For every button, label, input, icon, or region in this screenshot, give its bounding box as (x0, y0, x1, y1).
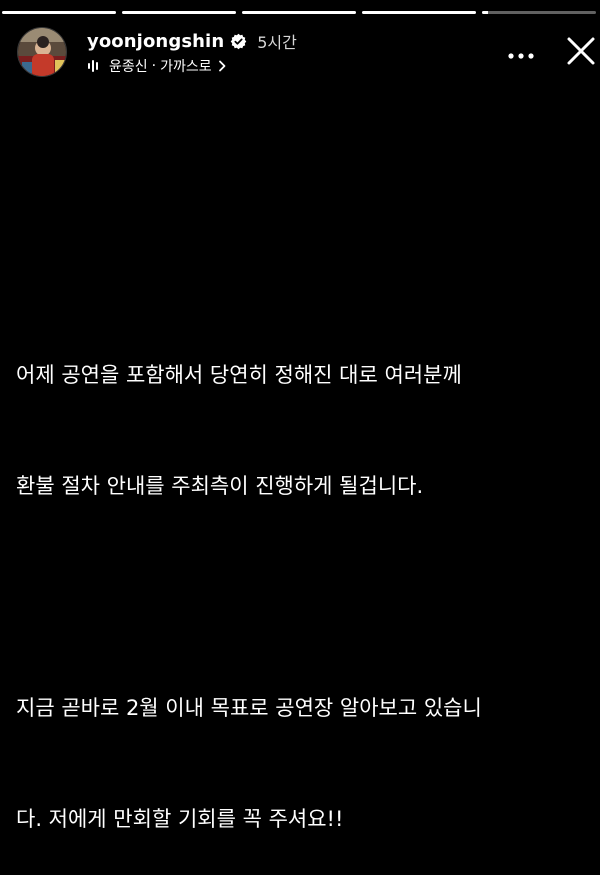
progress-segment-fill (482, 11, 488, 14)
progress-segment-fill (362, 11, 476, 14)
audio-bars-icon (87, 59, 101, 73)
story-header: yoonjongshin 5시간 윤종신 · 가까스로 (17, 25, 600, 81)
progress-segment-fill (242, 11, 356, 14)
more-dots-icon (508, 44, 534, 63)
more-options-button[interactable] (504, 41, 538, 65)
post-time: 5시간 (257, 33, 297, 52)
progress-segment-fill (2, 11, 116, 14)
caption-line: 다. 저에게 만회할 기회를 꼭 주셔요!! (16, 807, 344, 831)
avatar-image (18, 28, 66, 76)
chevron-right-icon (218, 60, 227, 72)
progress-segment (362, 11, 476, 14)
username[interactable]: yoonjongshin (87, 31, 224, 52)
story-caption: 어제 공연을 포함해서 당연히 정해진 대로 여러분께 환불 절차 안내를 주최… (16, 283, 594, 875)
close-button[interactable] (563, 35, 599, 71)
progress-segment (122, 11, 236, 14)
music-song: 가까스로 (160, 59, 212, 75)
story-progress-bar (2, 11, 596, 14)
progress-segment (482, 11, 596, 14)
close-icon (566, 36, 596, 70)
caption-line: 어제 공연을 포함해서 당연히 정해진 대로 여러분께 (16, 363, 462, 387)
music-separator: · (151, 58, 157, 74)
avatar[interactable] (17, 27, 67, 77)
verified-badge-icon (230, 33, 247, 50)
music-artist: 윤종신 (109, 59, 148, 75)
progress-segment (2, 11, 116, 14)
music-attribution[interactable]: 윤종신 · 가까스로 (87, 56, 227, 76)
caption-line: 지금 곧바로 2월 이내 목표로 공연장 알아보고 있습니 (16, 696, 482, 720)
progress-segment (242, 11, 356, 14)
progress-segment-fill (122, 11, 236, 14)
user-row: yoonjongshin 5시간 (87, 29, 297, 53)
caption-line: 환불 절차 안내를 주최측이 진행하게 될겁니다. (16, 474, 424, 498)
